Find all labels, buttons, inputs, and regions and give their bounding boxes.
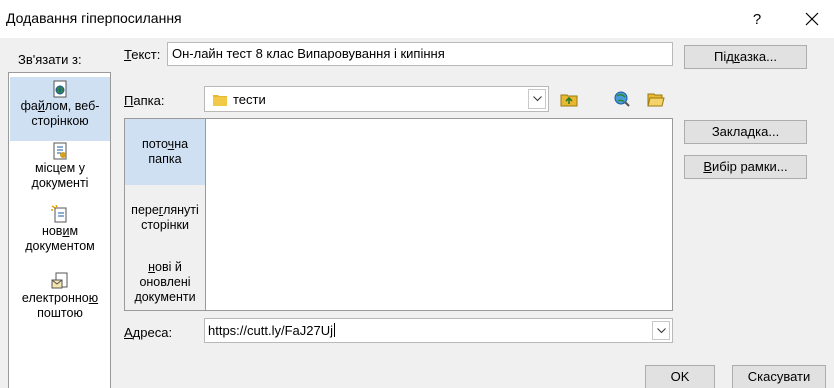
file-browser: поточна папка переглянуті сторінки нові … <box>124 118 673 311</box>
browse-sidebar: поточна папка переглянуті сторінки нові … <box>125 119 206 310</box>
link-to-new-document-label: новим документом <box>25 224 95 253</box>
link-to-email[interactable]: електронною поштою <box>10 270 110 326</box>
file-list[interactable] <box>207 119 672 310</box>
folder-value: тести <box>233 92 266 107</box>
up-folder-button[interactable] <box>558 88 580 110</box>
link-to-web-page[interactable]: файлом, веб-сторінкою <box>10 77 110 141</box>
link-to-email-label: електронною поштою <box>21 291 99 320</box>
email-icon <box>51 272 68 289</box>
chevron-down-icon <box>656 328 666 334</box>
web-page-icon <box>53 80 67 98</box>
recent-files-tab[interactable]: нові й оновлені документи <box>125 257 205 307</box>
browse-file-icon <box>647 93 665 107</box>
current-folder-tab[interactable]: поточна папка <box>125 119 205 185</box>
new-document-icon <box>51 205 67 223</box>
link-to-new-document[interactable]: новим документом <box>10 203 110 259</box>
address-dropdown-button[interactable] <box>652 321 670 340</box>
browse-web-icon <box>614 91 630 107</box>
dialog-title: Додавання гіперпосилання <box>6 10 182 26</box>
text-label: Текст: <box>124 47 161 62</box>
link-to-label: Зв'язати з: <box>18 52 82 67</box>
folder-label: Папка: <box>124 93 165 108</box>
address-input[interactable]: https://cutt.ly/FaJ27Uj <box>204 318 673 343</box>
browse-web-button[interactable] <box>611 88 633 110</box>
cancel-button[interactable]: Скасувати <box>732 365 826 388</box>
address-label: Адреса: <box>124 325 173 340</box>
text-to-display-input[interactable]: Он-лайн тест 8 клас Випаровування і кипі… <box>167 42 673 66</box>
close-icon <box>805 12 819 26</box>
up-folder-icon <box>560 94 578 107</box>
link-to-place-in-document[interactable]: місцем у документі <box>10 139 110 195</box>
address-value: https://cutt.ly/FaJ27Uj <box>208 323 335 338</box>
browse-file-button[interactable] <box>645 88 667 110</box>
link-to-panel: файлом, веб-сторінкою місцем у документі… <box>8 72 111 388</box>
screen-tip-button[interactable]: Підказка... <box>684 45 807 69</box>
title-bar: Додавання гіперпосилання ? <box>0 0 834 38</box>
target-frame-button[interactable]: Вибір рамки... <box>684 155 807 179</box>
help-button[interactable]: ? <box>743 8 771 32</box>
folder-icon <box>213 95 227 106</box>
folder-select[interactable]: тести <box>204 86 549 112</box>
bookmark-button[interactable]: Закладка... <box>684 120 807 144</box>
close-button[interactable] <box>797 6 827 32</box>
place-in-document-icon <box>53 142 67 160</box>
folder-dropdown-button[interactable] <box>528 89 546 109</box>
ok-button[interactable]: OK <box>645 365 715 388</box>
link-to-place-label: місцем у документі <box>31 161 89 190</box>
browsed-pages-tab[interactable]: переглянуті сторінки <box>125 199 205 239</box>
link-to-web-page-label: файлом, веб-сторінкою <box>20 99 100 128</box>
chevron-down-icon <box>532 96 542 102</box>
